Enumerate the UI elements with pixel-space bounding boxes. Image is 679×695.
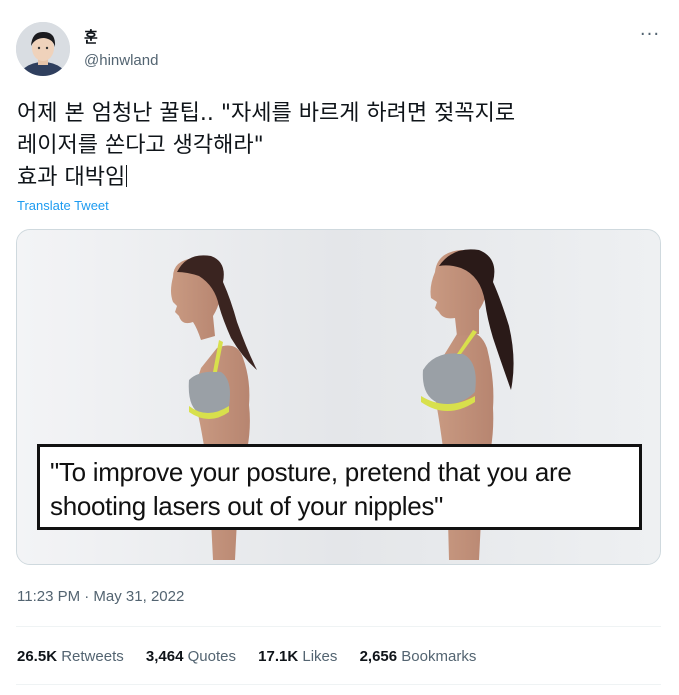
image-caption: "To improve your posture, pretend that y… [37,444,642,530]
more-horizontal-icon[interactable]: ··· [636,26,664,48]
likes-stat[interactable]: 17.1K Likes [258,648,337,665]
caption-line: "To improve your posture, pretend that y… [50,457,572,487]
quotes-stat[interactable]: 3,464 Quotes [146,648,236,665]
retweets-stat[interactable]: 26.5K Retweets [17,648,124,665]
tweet-stats: 26.5K Retweets 3,464 Quotes 17.1K Likes … [17,648,494,665]
bookmarks-stat[interactable]: 2,656 Bookmarks [360,648,477,665]
avatar[interactable] [16,22,70,76]
display-name[interactable]: 훈 [84,28,98,46]
translate-tweet-link[interactable]: Translate Tweet [17,198,109,213]
tweet-text-line: 어제 본 엄청난 꿀팁.. "자세를 바르게 하려면 젖꼭지로 [17,101,516,126]
caption-line: shooting lasers out of your nipples" [50,491,444,521]
tweet-media-image[interactable]: "To improve your posture, pretend that y… [16,229,661,565]
tweet-text-line: 효과 대박임 [17,165,128,190]
divider [16,684,661,685]
tweet-timestamp[interactable]: 11:23 PM · May 31, 2022 [17,588,184,605]
tweet-card: 훈 @hinwland ··· 어제 본 엄청난 꿀팁.. "자세를 바르게 하… [0,0,679,695]
divider [16,626,661,627]
tweet-text-line: 레이저를 쏜다고 생각해라" [17,133,264,158]
tweet-text: 어제 본 엄청난 꿀팁.. "자세를 바르게 하려면 젖꼭지로 레이저를 쏜다고… [17,98,657,194]
user-handle[interactable]: @hinwland [84,52,158,70]
text-cursor [126,165,128,187]
